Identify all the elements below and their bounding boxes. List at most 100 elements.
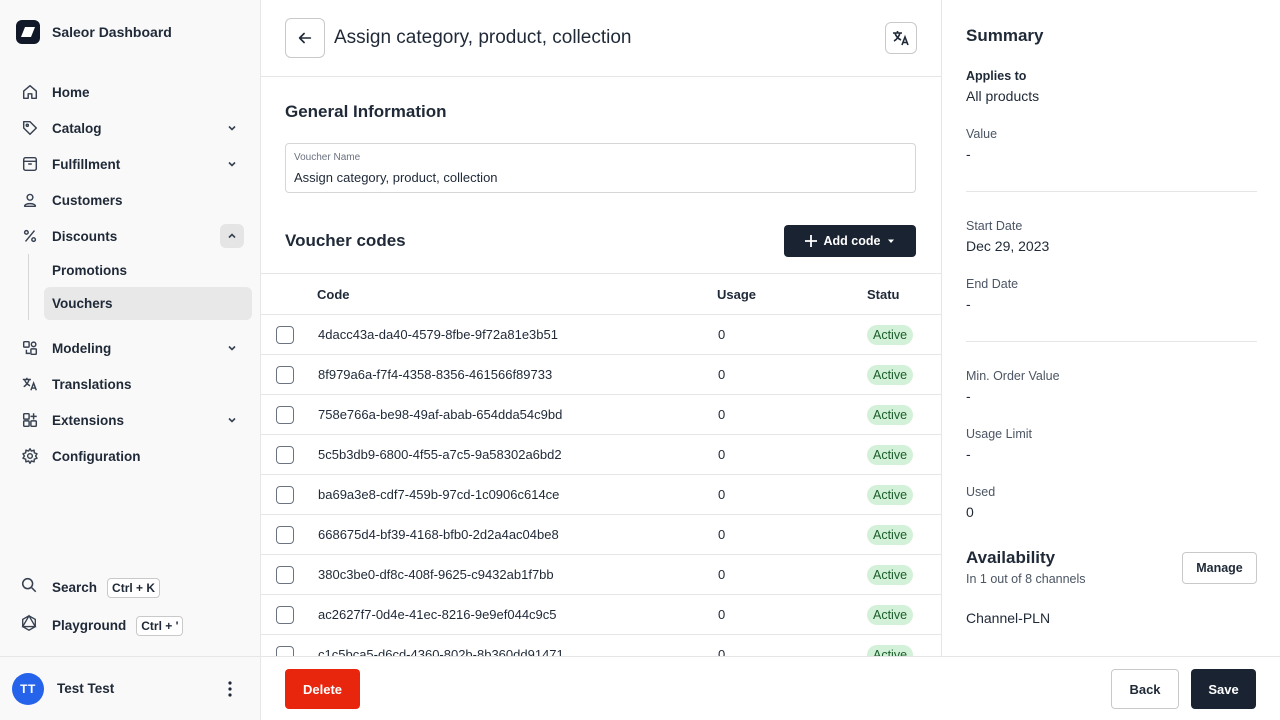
min-order-label: Min. Order Value <box>966 369 1060 383</box>
sidebar-item-label: Fulfillment <box>52 156 121 172</box>
chevron-down-icon[interactable] <box>220 408 244 432</box>
back-arrow-button[interactable] <box>285 18 325 58</box>
usage-limit-value: - <box>966 446 971 462</box>
channel-name: Channel-PLN <box>966 610 1051 626</box>
chevron-down-icon[interactable] <box>220 116 244 140</box>
add-code-button[interactable]: Add code <box>784 225 916 257</box>
save-bar: Delete Back Save <box>261 656 1280 720</box>
status-badge: Active <box>867 485 914 505</box>
row-checkbox[interactable] <box>276 366 294 384</box>
row-checkbox[interactable] <box>276 566 294 584</box>
sidebar-item-home[interactable]: Home <box>8 74 252 110</box>
sidebar-item-catalog[interactable]: Catalog <box>8 110 252 146</box>
playground-label: Playground <box>52 618 127 633</box>
table-row[interactable]: 8f979a6a-f7f4-4358-8356-461566f89733 0 Act… <box>261 355 941 395</box>
translate-button[interactable] <box>885 22 917 54</box>
search-shortcut: Ctrl + K <box>107 577 161 598</box>
divider <box>966 191 1257 192</box>
voucher-code: 4dacc43a-da40-4579-8fbe-9f72a81e3b51 <box>318 327 558 342</box>
used-label: Used <box>966 485 996 499</box>
sidebar-item-modeling[interactable]: Modeling <box>8 330 252 366</box>
column-header-usage[interactable]: Usage <box>717 287 756 302</box>
brand-name: Saleor Dashboard <box>52 24 172 40</box>
search-tool[interactable]: Search Ctrl + K <box>20 576 161 599</box>
voucher-code: 758e766a-be98-49af-abab-654dda54c9bd <box>318 407 563 422</box>
status-badge: Active <box>867 445 914 465</box>
voucher-usage: 0 <box>718 327 726 342</box>
table-row[interactable]: 668675d4-bf39-4168-bfb0-2d2a4ac04be8 0 Act… <box>261 515 941 555</box>
general-information-title: General Information <box>285 102 447 121</box>
table-row[interactable]: 380c3be0-df8c-408f-9625-c9432ab1f7bb 0 Act… <box>261 555 941 595</box>
column-header-status[interactable]: Statu <box>867 287 900 302</box>
caret-down-icon <box>888 239 895 243</box>
status-badge: Active <box>867 325 914 345</box>
more-vertical-icon[interactable] <box>218 677 242 701</box>
sidebar-item-extensions[interactable]: Extensions <box>8 402 252 438</box>
column-header-code[interactable]: Code <box>317 287 350 302</box>
availability-subtitle: In 1 out of 8 channels <box>966 572 1086 586</box>
sidebar-item-configuration[interactable]: Configuration <box>8 438 252 474</box>
row-checkbox[interactable] <box>276 606 294 624</box>
sidebar-item-translations[interactable]: Translations <box>8 366 252 402</box>
row-checkbox[interactable] <box>276 406 294 424</box>
chevron-up-icon[interactable] <box>220 224 244 248</box>
search-label: Search <box>52 580 98 595</box>
value-label: Value <box>966 127 998 141</box>
status-badge: Active <box>867 365 914 385</box>
tag-icon <box>20 118 40 138</box>
main-content: Assign category, product, collection Gen… <box>261 0 941 656</box>
playground-tool[interactable]: Playground Ctrl + ' <box>20 614 184 637</box>
chevron-down-icon[interactable] <box>220 152 244 176</box>
table-row[interactable]: c1c5bca5-d6cd-4360-802b-8b360dd91471 0 Act… <box>261 635 941 656</box>
table-row[interactable]: 758e766a-be98-49af-abab-654dda54c9bd 0 Act… <box>261 395 941 435</box>
plus-icon <box>804 235 817 247</box>
voucher-name-input[interactable] <box>294 170 894 185</box>
translate-icon <box>20 374 40 394</box>
voucher-code: ba69a3e8-cdf7-459b-97cd-1c0906c614ce <box>318 487 560 502</box>
sidebar-item-discounts[interactable]: Discounts <box>8 218 252 254</box>
sidebar-nav: Home Catalog Fulfillment Customers Disco… <box>8 74 252 474</box>
min-order-value: - <box>966 388 971 404</box>
save-button[interactable]: Save <box>1191 669 1256 709</box>
page-header: Assign category, product, collection <box>261 0 941 77</box>
user-menu[interactable]: TT Test Test <box>0 656 260 720</box>
back-button[interactable]: Back <box>1111 669 1179 709</box>
box-icon <box>20 154 40 174</box>
divider <box>966 341 1257 342</box>
row-checkbox[interactable] <box>276 446 294 464</box>
delete-button[interactable]: Delete <box>285 669 360 709</box>
table-row[interactable]: 5c5b3db9-6800-4f55-a7c5-9a58302a6bd2 0 Act… <box>261 435 941 475</box>
translate-icon <box>893 31 909 46</box>
table-row[interactable]: 4dacc43a-da40-4579-8fbe-9f72a81e3b51 0 Act… <box>261 315 941 355</box>
discounts-subnav: Promotions Vouchers <box>28 254 252 320</box>
row-checkbox[interactable] <box>276 526 294 544</box>
sidebar: Saleor Dashboard Home Catalog Fulfillmen… <box>0 0 261 720</box>
extensions-icon <box>20 410 40 430</box>
gear-icon <box>20 446 40 466</box>
voucher-code: 5c5b3db9-6800-4f55-a7c5-9a58302a6bd2 <box>318 447 562 462</box>
chevron-down-icon[interactable] <box>220 336 244 360</box>
value-value: - <box>966 146 971 162</box>
arrow-left-icon <box>298 32 312 44</box>
table-row[interactable]: ba69a3e8-cdf7-459b-97cd-1c0906c614ce 0 Act… <box>261 475 941 515</box>
saleor-logo-icon <box>16 20 40 44</box>
sidebar-item-label: Translations <box>52 376 132 392</box>
start-date-label: Start Date <box>966 219 1023 233</box>
voucher-usage: 0 <box>718 647 726 656</box>
sidebar-item-promotions[interactable]: Promotions <box>44 254 252 287</box>
status-badge: Active <box>867 525 914 545</box>
brand[interactable]: Saleor Dashboard <box>16 20 172 44</box>
playground-shortcut: Ctrl + ' <box>136 615 184 636</box>
sidebar-item-customers[interactable]: Customers <box>8 182 252 218</box>
summary-title: Summary <box>966 26 1044 45</box>
voucher-name-field[interactable]: Voucher Name <box>285 143 916 193</box>
voucher-name-label: Voucher Name <box>294 152 361 163</box>
table-row[interactable]: ac2627f7-0d4e-41ec-8216-9e9ef044c9c5 0 Act… <box>261 595 941 635</box>
row-checkbox[interactable] <box>276 646 294 656</box>
manage-channels-button[interactable]: Manage <box>1182 552 1257 584</box>
sidebar-item-fulfillment[interactable]: Fulfillment <box>8 146 252 182</box>
voucher-code: 668675d4-bf39-4168-bfb0-2d2a4ac04be8 <box>318 527 559 542</box>
sidebar-item-vouchers[interactable]: Vouchers <box>44 287 252 320</box>
row-checkbox[interactable] <box>276 326 294 344</box>
row-checkbox[interactable] <box>276 486 294 504</box>
